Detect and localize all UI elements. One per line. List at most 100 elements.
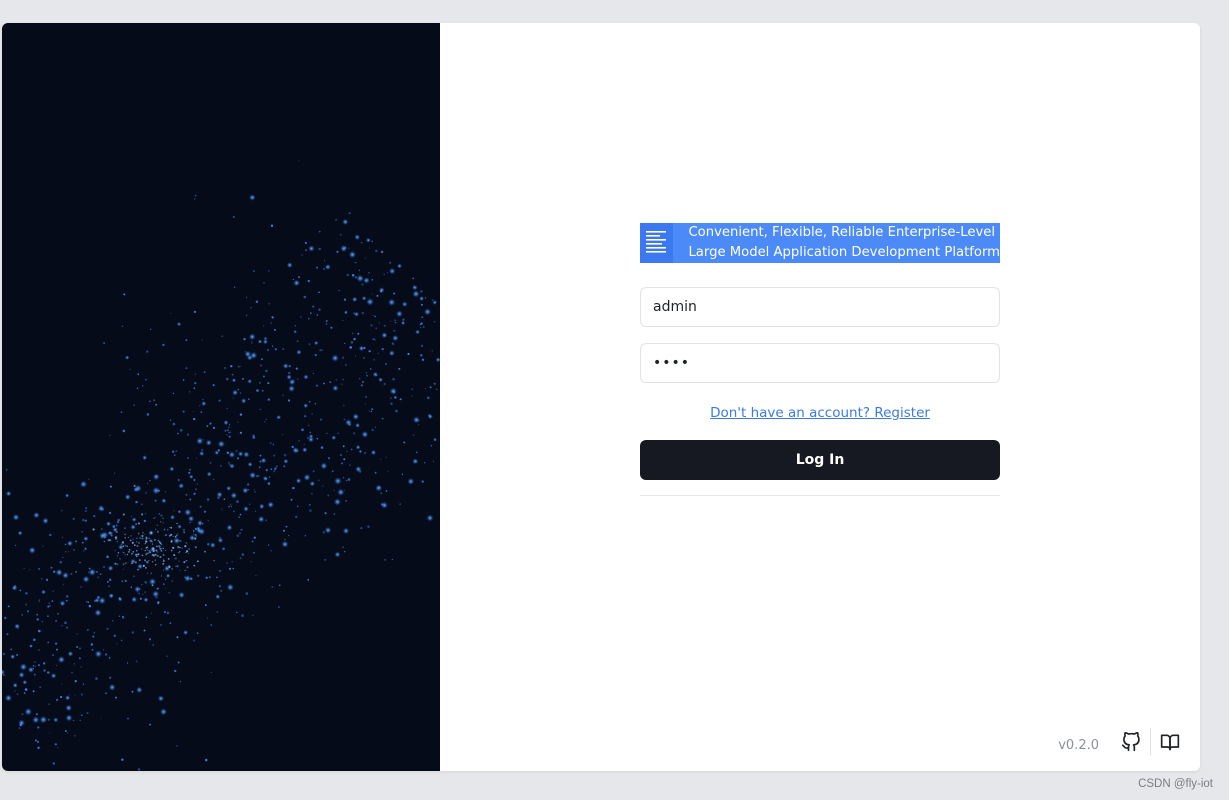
particle xyxy=(145,553,148,556)
particle xyxy=(249,194,256,201)
particle xyxy=(152,541,153,543)
particle xyxy=(303,473,311,481)
particle xyxy=(164,534,167,537)
particle xyxy=(228,426,230,428)
particle xyxy=(250,306,252,309)
particle xyxy=(194,198,196,200)
particle xyxy=(433,438,437,441)
particle xyxy=(374,315,376,318)
particle xyxy=(118,615,120,617)
particle xyxy=(420,327,422,329)
particle xyxy=(394,321,397,324)
particle xyxy=(194,537,197,540)
particle xyxy=(355,444,361,450)
particle xyxy=(288,535,290,537)
particle xyxy=(170,526,173,529)
particle xyxy=(331,470,334,473)
particle xyxy=(204,550,206,553)
particle xyxy=(144,533,146,535)
particle xyxy=(263,282,265,284)
particle xyxy=(329,381,332,384)
particle xyxy=(247,379,252,384)
particle xyxy=(360,527,363,529)
particle xyxy=(400,320,406,326)
particle xyxy=(189,474,194,479)
particle xyxy=(215,594,221,600)
particle xyxy=(226,485,232,491)
particle xyxy=(318,479,320,481)
particle xyxy=(61,624,63,627)
particle xyxy=(226,451,229,454)
particle xyxy=(129,539,132,542)
particle xyxy=(133,544,136,547)
particle xyxy=(283,458,289,464)
particle xyxy=(307,578,310,581)
particle xyxy=(183,629,189,636)
particle xyxy=(230,492,238,499)
particle xyxy=(239,392,242,394)
particle xyxy=(206,471,212,477)
particle xyxy=(419,323,422,326)
particle xyxy=(177,533,179,535)
particle xyxy=(262,339,268,345)
particle xyxy=(236,457,240,460)
particle xyxy=(245,314,248,317)
particle xyxy=(110,534,113,537)
particle xyxy=(230,505,233,508)
particle xyxy=(209,423,211,425)
particle xyxy=(14,623,20,630)
particle xyxy=(55,642,58,645)
particle xyxy=(36,613,39,616)
particle xyxy=(267,398,270,401)
register-link[interactable]: Don't have an account? Register xyxy=(640,404,1000,422)
particle xyxy=(106,581,109,583)
particle xyxy=(216,576,218,579)
particle xyxy=(230,365,233,368)
particle xyxy=(79,561,81,564)
particle xyxy=(226,583,234,591)
particle xyxy=(353,432,356,435)
particle xyxy=(314,403,316,405)
particle xyxy=(55,620,57,622)
book-icon[interactable] xyxy=(1158,730,1182,754)
particle xyxy=(161,575,162,577)
particle xyxy=(380,492,383,495)
particle xyxy=(134,561,137,564)
particle xyxy=(389,387,397,395)
particle xyxy=(339,233,342,236)
particle xyxy=(81,531,83,533)
particle xyxy=(325,319,328,323)
particle xyxy=(106,555,109,559)
particle xyxy=(66,732,69,734)
particle xyxy=(76,633,78,635)
particle xyxy=(433,320,436,323)
particle xyxy=(342,546,344,548)
particle xyxy=(92,635,95,638)
particle xyxy=(204,604,207,607)
particle xyxy=(159,547,162,550)
particle xyxy=(355,422,361,428)
password-input[interactable] xyxy=(640,343,1000,383)
particle xyxy=(253,475,255,477)
particle xyxy=(136,541,138,543)
particle xyxy=(144,549,147,552)
particle xyxy=(47,671,50,674)
particle xyxy=(244,351,246,353)
particle xyxy=(81,541,84,544)
particle xyxy=(113,634,117,637)
particle xyxy=(147,572,148,574)
particle xyxy=(109,539,112,542)
particle xyxy=(146,549,148,551)
particle xyxy=(330,326,333,329)
particle xyxy=(262,475,268,482)
login-button[interactable]: Log In xyxy=(640,440,1000,480)
particle xyxy=(342,320,344,321)
github-icon[interactable] xyxy=(1119,730,1143,754)
particle xyxy=(124,554,126,556)
username-input[interactable] xyxy=(640,287,1000,327)
particle xyxy=(61,683,63,685)
particle xyxy=(70,573,73,575)
particle xyxy=(302,447,308,453)
particle xyxy=(251,540,254,543)
particle xyxy=(368,350,371,353)
